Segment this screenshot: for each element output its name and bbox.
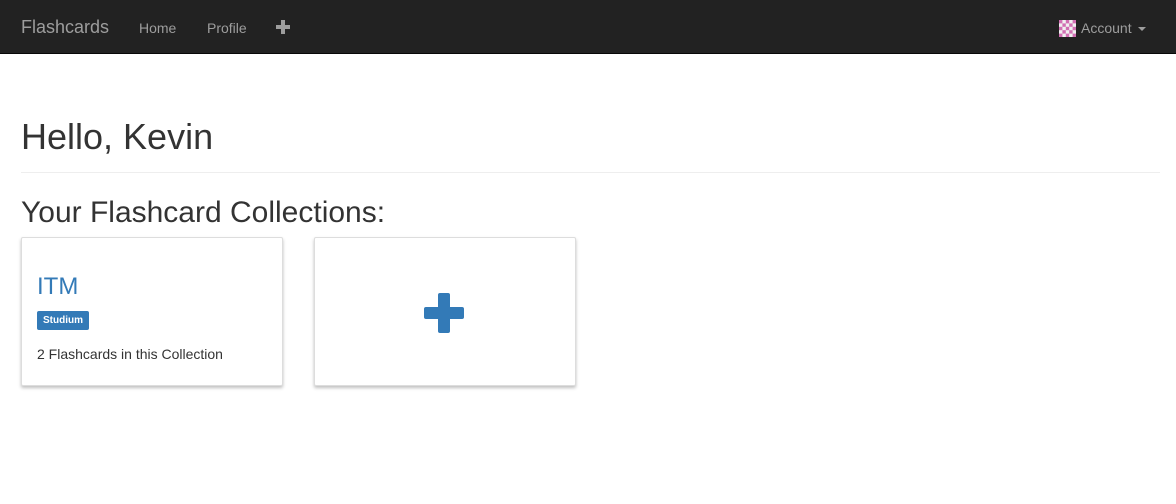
nav-profile-link[interactable]: Profile bbox=[207, 19, 247, 37]
header-divider bbox=[21, 172, 1160, 173]
collection-count-text: 2 Flashcards in this Collection bbox=[37, 346, 223, 362]
caret-down-icon bbox=[1138, 27, 1146, 31]
nav-home-link[interactable]: Home bbox=[139, 19, 176, 37]
account-label: Account bbox=[1081, 20, 1132, 36]
avatar bbox=[1059, 20, 1076, 37]
brand-link[interactable]: Flashcards bbox=[21, 17, 109, 37]
nav-add-plus-icon[interactable] bbox=[276, 20, 290, 34]
page-title: Hello, Kevin bbox=[21, 116, 214, 157]
collections-heading: Your Flashcard Collections: bbox=[21, 196, 386, 229]
add-collection-card[interactable] bbox=[314, 237, 576, 386]
top-navbar: Flashcards Home Profile Account bbox=[0, 0, 1176, 54]
collection-card[interactable]: ITM Studium 2 Flashcards in this Collect… bbox=[21, 237, 283, 386]
collection-title-link[interactable]: ITM bbox=[37, 274, 78, 300]
collection-tag-badge: Studium bbox=[37, 311, 89, 330]
add-collection-plus-icon[interactable] bbox=[424, 293, 464, 333]
